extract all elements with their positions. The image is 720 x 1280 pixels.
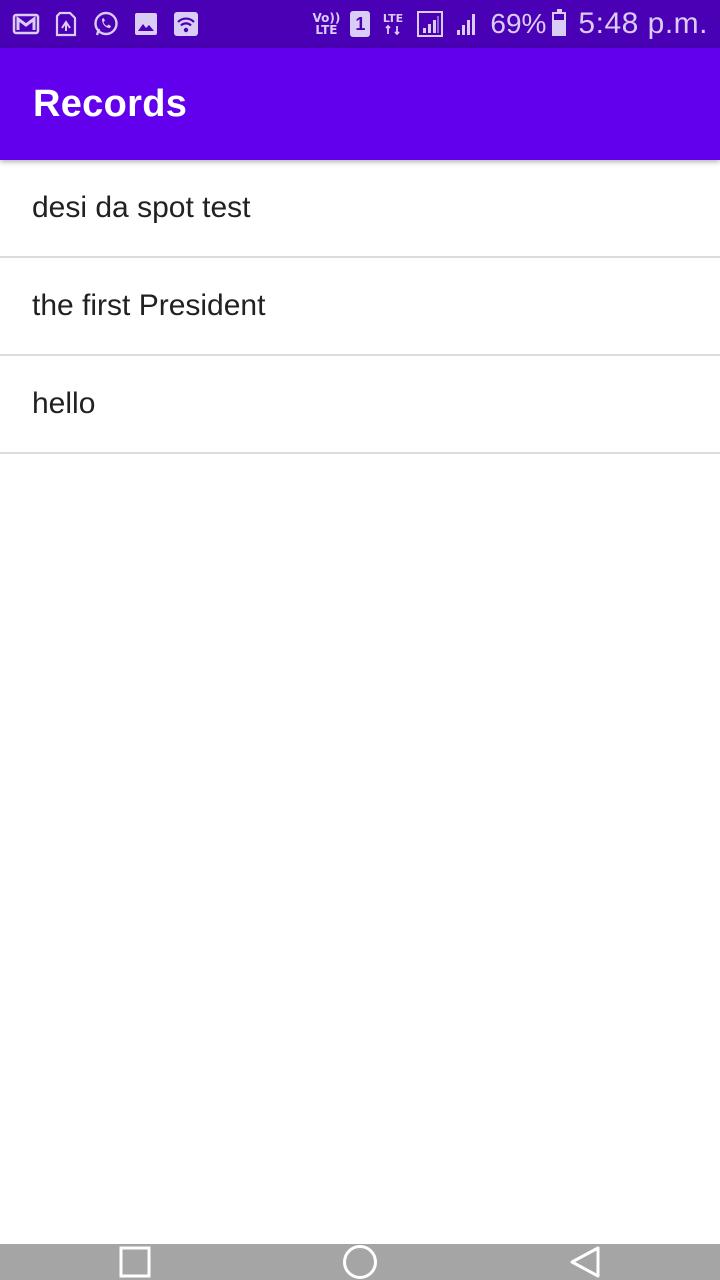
page-title: Records [33,82,188,125]
recent-apps-button[interactable] [95,1244,175,1280]
navigation-bar [0,1244,720,1280]
screen: Vo)) LTE 1 LTE 69% 5:48 p.m. Records des… [0,0,720,1280]
signal-sim2-icon [454,10,482,38]
whatsapp-icon [92,10,120,38]
system-status: Vo)) LTE 1 LTE 69% 5:48 p.m. [313,7,708,41]
svg-text:LTE: LTE [383,12,403,25]
circle-icon [343,1245,377,1279]
gmail-icon [12,10,40,38]
volte-line2: LTE [315,23,338,37]
list-item[interactable]: the first President [0,258,720,356]
app-bar: Records [0,48,720,160]
notification-icons [12,10,212,38]
home-button[interactable] [320,1244,400,1280]
triangle-back-icon [570,1246,600,1278]
signal-sim1-icon [416,10,444,38]
sim-slot-icon: 1 [350,11,371,37]
list-item[interactable]: desi da spot test [0,160,720,258]
clock: 5:48 p.m. [578,7,708,40]
status-bar: Vo)) LTE 1 LTE 69% 5:48 p.m. [0,0,720,48]
back-button[interactable] [545,1244,625,1280]
gallery-icon [132,10,160,38]
battery-percent: 69% [490,8,547,39]
records-list: desi da spot test the first President he… [0,160,720,454]
volte-indicator: Vo)) LTE [313,12,341,36]
lte-data-icon: LTE [380,10,406,38]
battery-fill [554,20,565,34]
sim-update-icon [52,10,80,38]
list-item[interactable]: hello [0,356,720,454]
wifi-icon [172,10,200,38]
battery-icon [552,9,567,36]
square-icon [119,1246,151,1278]
